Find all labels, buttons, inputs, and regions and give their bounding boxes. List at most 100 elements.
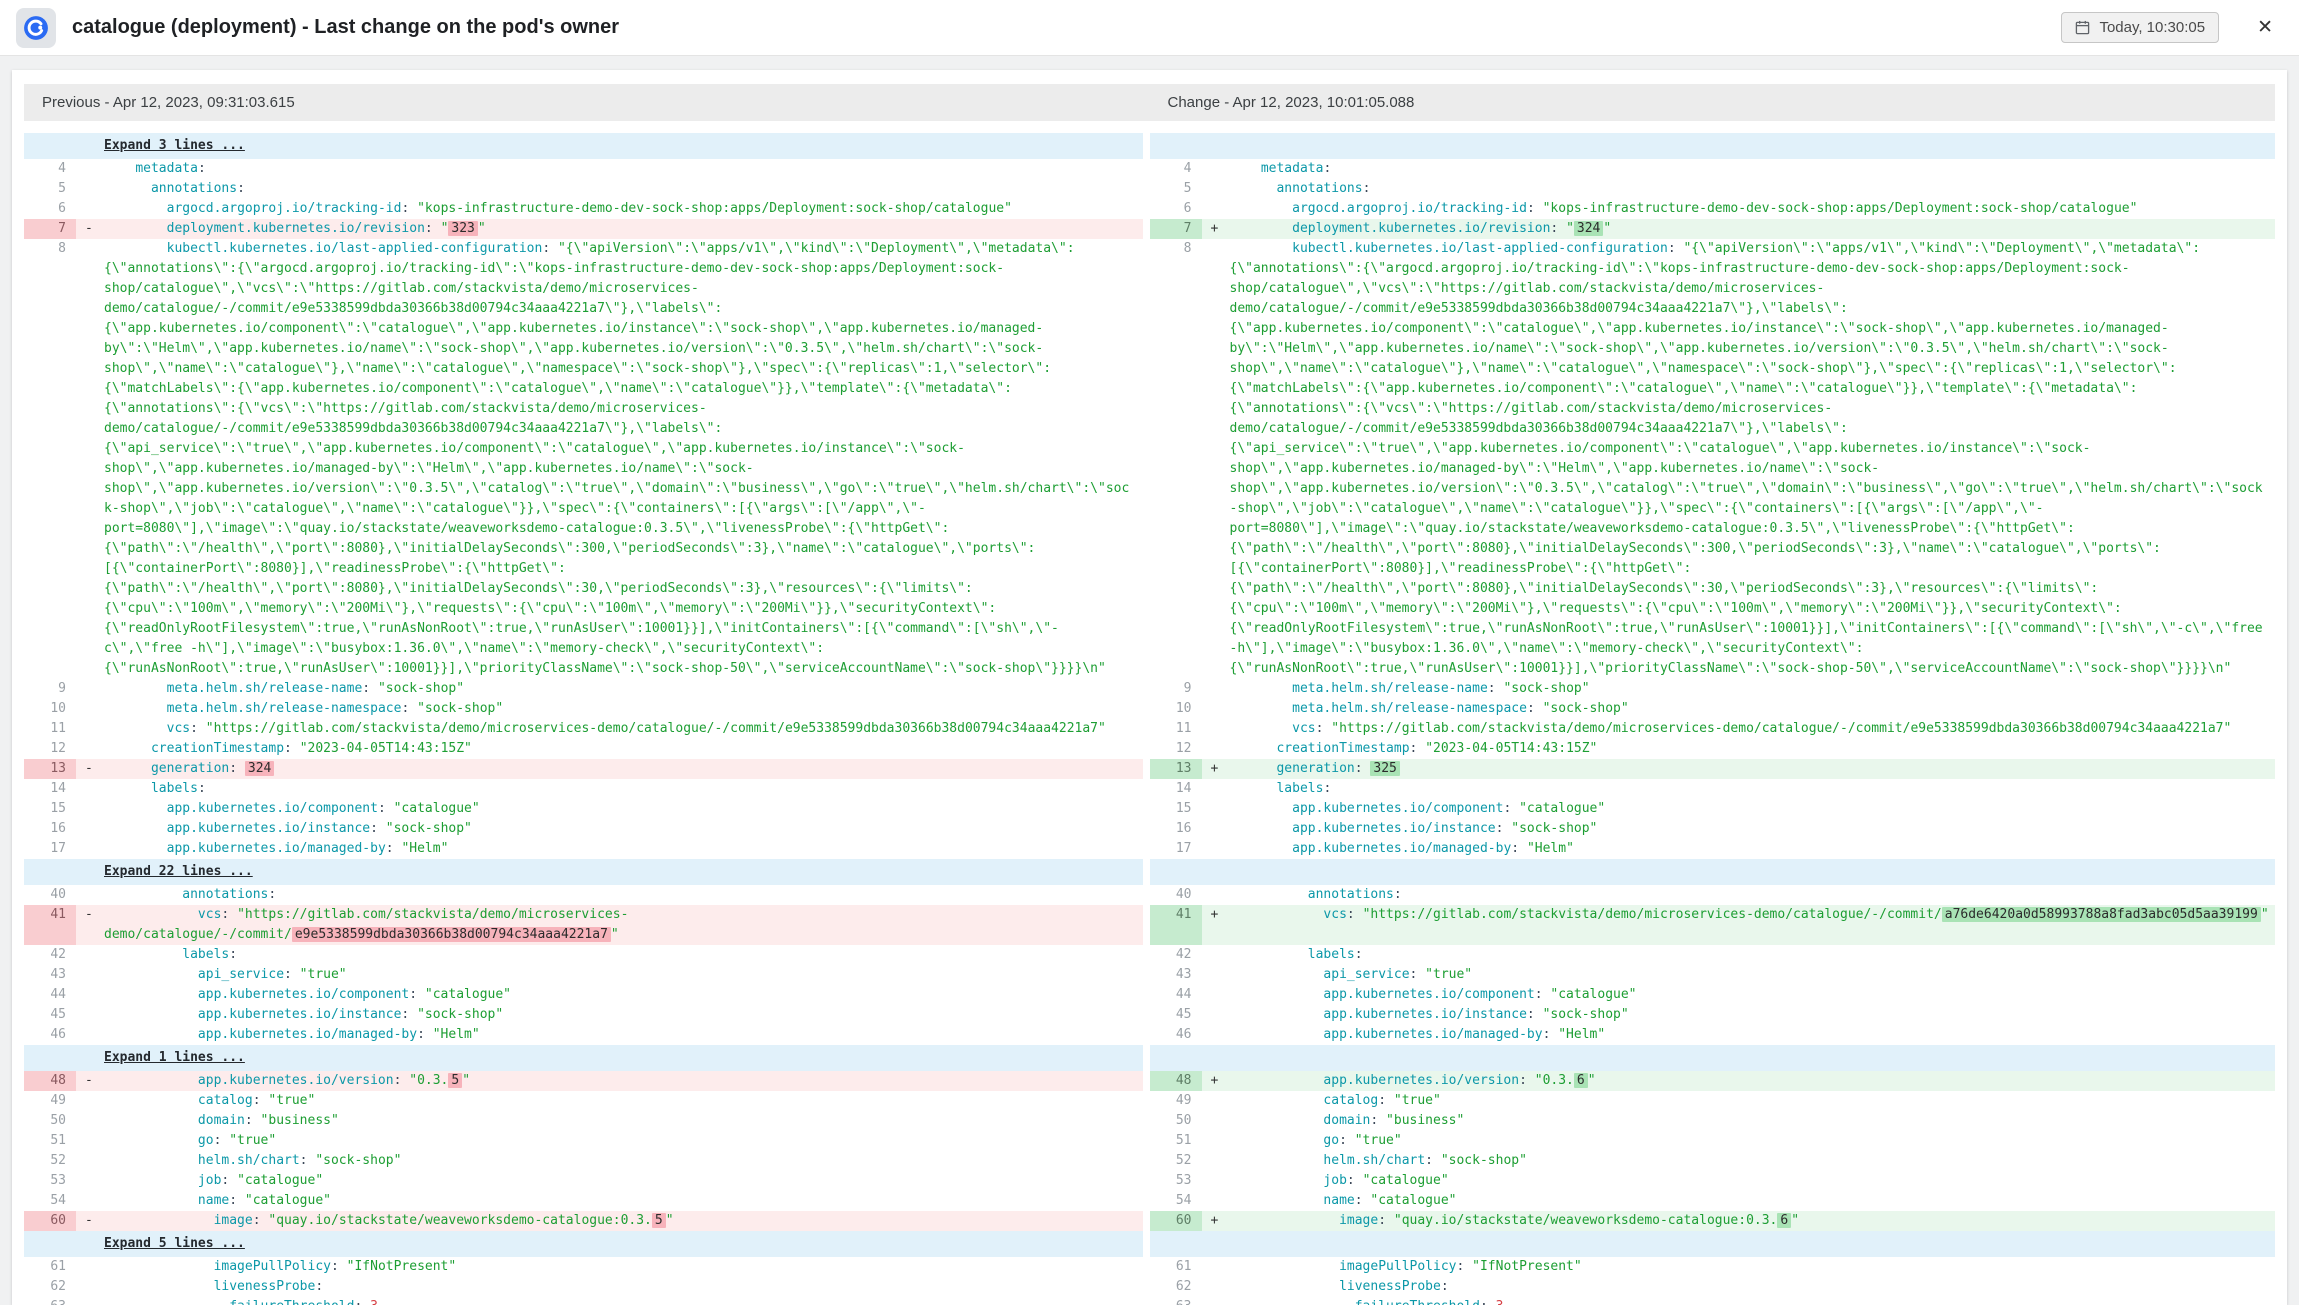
- diff-marker: [1202, 179, 1230, 199]
- line-number: 60: [24, 1211, 76, 1231]
- diff-marker: -: [76, 759, 104, 779]
- calendar-icon: [2075, 20, 2090, 35]
- close-icon[interactable]: ✕: [2249, 12, 2281, 43]
- code-text: livenessProbe:: [104, 1277, 1143, 1297]
- diff-marker: [76, 1111, 104, 1131]
- time-selector-button[interactable]: Today, 10:30:05: [2061, 12, 2219, 43]
- diff-marker: [76, 1297, 104, 1305]
- line-number: 63: [1150, 1297, 1202, 1305]
- code-line: 46 app.kubernetes.io/managed-by: "Helm": [1150, 1025, 2276, 1045]
- code-line: 42 labels:: [1150, 945, 2276, 965]
- code-line: 48+ app.kubernetes.io/version: "0.3.6": [1150, 1071, 2276, 1091]
- line-number: 13: [24, 759, 76, 779]
- code-text: app.kubernetes.io/version: "0.3.5": [104, 1071, 1143, 1091]
- diff-marker: [1202, 1277, 1230, 1297]
- expand-row: [1150, 1045, 2276, 1071]
- line-number: 7: [1150, 219, 1202, 239]
- code-line: 15 app.kubernetes.io/component: "catalog…: [1150, 799, 2276, 819]
- line-number: 16: [24, 819, 76, 839]
- code-line: 5 annotations:: [24, 179, 1150, 199]
- diff-marker: -: [76, 1071, 104, 1091]
- line-number: 51: [24, 1131, 76, 1151]
- code-line: 16 app.kubernetes.io/instance: "sock-sho…: [1150, 819, 2276, 839]
- line-number: 49: [1150, 1091, 1202, 1111]
- code-line: 12 creationTimestamp: "2023-04-05T14:43:…: [24, 739, 1150, 759]
- time-selector-label: Today, 10:30:05: [2099, 19, 2205, 36]
- diff-marker: +: [1202, 759, 1230, 779]
- code-text: deployment.kubernetes.io/revision: "324": [1230, 219, 2276, 239]
- diff-marker: -: [76, 219, 104, 239]
- diff-marker: [76, 199, 104, 219]
- diff-marker: [1202, 739, 1230, 759]
- diff-marker: [76, 1171, 104, 1191]
- expand-link[interactable]: Expand 5 lines ...: [104, 1236, 245, 1251]
- code-line: 45 app.kubernetes.io/instance: "sock-sho…: [24, 1005, 1150, 1025]
- code-line: 13+ generation: 325: [1150, 759, 2276, 779]
- diff-marker: [76, 965, 104, 985]
- code-text: vcs: "https://gitlab.com/stackvista/demo…: [1230, 719, 2276, 739]
- diff-marker: [1202, 965, 1230, 985]
- code-line: 15 app.kubernetes.io/component: "catalog…: [24, 799, 1150, 819]
- expand-link[interactable]: Expand 22 lines ...: [104, 864, 253, 879]
- line-number: 6: [1150, 199, 1202, 219]
- diff-marker: [76, 699, 104, 719]
- line-number: 10: [24, 699, 76, 719]
- line-number: 4: [1150, 159, 1202, 179]
- diff-marker: -: [76, 905, 104, 945]
- expand-row: Expand 3 lines ...: [24, 133, 1150, 159]
- code-text: app.kubernetes.io/managed-by: "Helm": [1230, 1025, 2276, 1045]
- diff-column-headers: Previous - Apr 12, 2023, 09:31:03.615 Ch…: [24, 84, 2275, 121]
- diff-marker: [1202, 1091, 1230, 1111]
- code-line: 8 kubectl.kubernetes.io/last-applied-con…: [24, 239, 1150, 679]
- diff-marker: [76, 1257, 104, 1277]
- code-text: creationTimestamp: "2023-04-05T14:43:15Z…: [104, 739, 1143, 759]
- code-line: 44 app.kubernetes.io/component: "catalog…: [1150, 985, 2276, 1005]
- code-line: 13- generation: 324: [24, 759, 1150, 779]
- code-line: 6 argocd.argoproj.io/tracking-id: "kops-…: [24, 199, 1150, 219]
- expand-link[interactable]: Expand 3 lines ...: [104, 138, 245, 153]
- line-number: 4: [24, 159, 76, 179]
- code-line: 49 catalog: "true": [24, 1091, 1150, 1111]
- code-line: 51 go: "true": [24, 1131, 1150, 1151]
- code-text: helm.sh/chart: "sock-shop": [1230, 1151, 2276, 1171]
- expand-row: [1150, 133, 2276, 159]
- code-text: Expand 3 lines ...: [104, 133, 1143, 159]
- code-line: 41+ vcs: "https://gitlab.com/stackvista/…: [1150, 905, 2276, 945]
- diff-marker: [1202, 719, 1230, 739]
- line-number: 43: [1150, 965, 1202, 985]
- line-number: 50: [1150, 1111, 1202, 1131]
- code-text: generation: 325: [1230, 759, 2276, 779]
- code-line: 53 job: "catalogue": [24, 1171, 1150, 1191]
- code-text: go: "true": [1230, 1131, 2276, 1151]
- code-text: metadata:: [1230, 159, 2276, 179]
- line-number: 12: [24, 739, 76, 759]
- code-line: 50 domain: "business": [24, 1111, 1150, 1131]
- code-line: 4 metadata:: [1150, 159, 2276, 179]
- code-text: image: "quay.io/stackstate/weaveworksdem…: [1230, 1211, 2276, 1231]
- diff-marker: [76, 1025, 104, 1045]
- diff-marker: [76, 1005, 104, 1025]
- diff-marker: [76, 739, 104, 759]
- code-line: 45 app.kubernetes.io/instance: "sock-sho…: [1150, 1005, 2276, 1025]
- code-text: labels:: [1230, 779, 2276, 799]
- line-number: 51: [1150, 1131, 1202, 1151]
- diff-marker: +: [1202, 1211, 1230, 1231]
- code-text: generation: 324: [104, 759, 1143, 779]
- diff-marker: [1202, 819, 1230, 839]
- change-column-header: Change - Apr 12, 2023, 10:01:05.088: [1150, 84, 2276, 121]
- code-line: 43 api_service: "true": [1150, 965, 2276, 985]
- diff-marker: [1202, 699, 1230, 719]
- code-text: app.kubernetes.io/managed-by: "Helm": [1230, 839, 2276, 859]
- expand-link[interactable]: Expand 1 lines ...: [104, 1050, 245, 1065]
- line-number: 48: [24, 1071, 76, 1091]
- diff-marker: [1202, 1297, 1230, 1305]
- code-text: kubectl.kubernetes.io/last-applied-confi…: [1230, 239, 2276, 679]
- code-text: name: "catalogue": [104, 1191, 1143, 1211]
- code-line: 60- image: "quay.io/stackstate/weavework…: [24, 1211, 1150, 1231]
- line-number: 9: [1150, 679, 1202, 699]
- code-text: meta.helm.sh/release-name: "sock-shop": [1230, 679, 2276, 699]
- line-number: 54: [1150, 1191, 1202, 1211]
- code-line: 62 livenessProbe:: [24, 1277, 1150, 1297]
- code-line: 42 labels:: [24, 945, 1150, 965]
- code-text: annotations:: [1230, 885, 2276, 905]
